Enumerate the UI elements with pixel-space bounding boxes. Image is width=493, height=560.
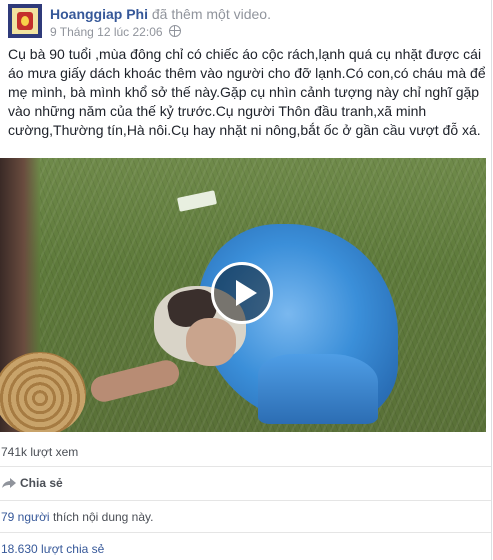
share-label: Chia sẻ xyxy=(20,476,63,490)
video-view-count: 741k lượt xem xyxy=(1,445,79,459)
play-icon[interactable] xyxy=(211,262,273,324)
divider xyxy=(0,532,491,533)
divider xyxy=(0,466,491,467)
video-face xyxy=(186,318,236,366)
video-basket xyxy=(0,352,86,432)
likes-count-link[interactable]: 79 người xyxy=(1,510,50,524)
divider xyxy=(0,500,491,501)
author-name-link[interactable]: Hoanggiap Phi xyxy=(50,6,148,22)
author-line: Hoanggiap Phi đã thêm một video. xyxy=(50,6,271,22)
shares-count-link[interactable]: 18.630 lượt chia sẻ xyxy=(1,542,104,556)
likes-suffix: thích nội dung này. xyxy=(52,510,154,524)
post-card: Hoanggiap Phi đã thêm một video. 9 Tháng… xyxy=(0,0,492,560)
post-header: Hoanggiap Phi đã thêm một video. 9 Tháng… xyxy=(8,4,488,39)
video-raincoat-lower xyxy=(258,354,378,424)
post-body-text: Cụ bà 90 tuổi ,mùa đông chỉ có chiếc áo … xyxy=(8,46,486,138)
post-meta: 9 Tháng 12 lúc 22:06 xyxy=(50,25,181,39)
globe-icon xyxy=(168,25,181,37)
share-arrow-icon xyxy=(2,478,16,488)
share-button[interactable]: Chia sẻ xyxy=(2,476,63,490)
author-avatar[interactable] xyxy=(8,4,42,38)
avatar-detail xyxy=(21,16,29,26)
post-timestamp-link[interactable]: 9 Tháng 12 lúc 22:06 xyxy=(50,25,163,39)
video-player[interactable] xyxy=(0,158,486,432)
post-action-text: đã thêm một video. xyxy=(151,6,271,22)
likes-summary: 79 người thích nội dung này. xyxy=(1,510,153,524)
